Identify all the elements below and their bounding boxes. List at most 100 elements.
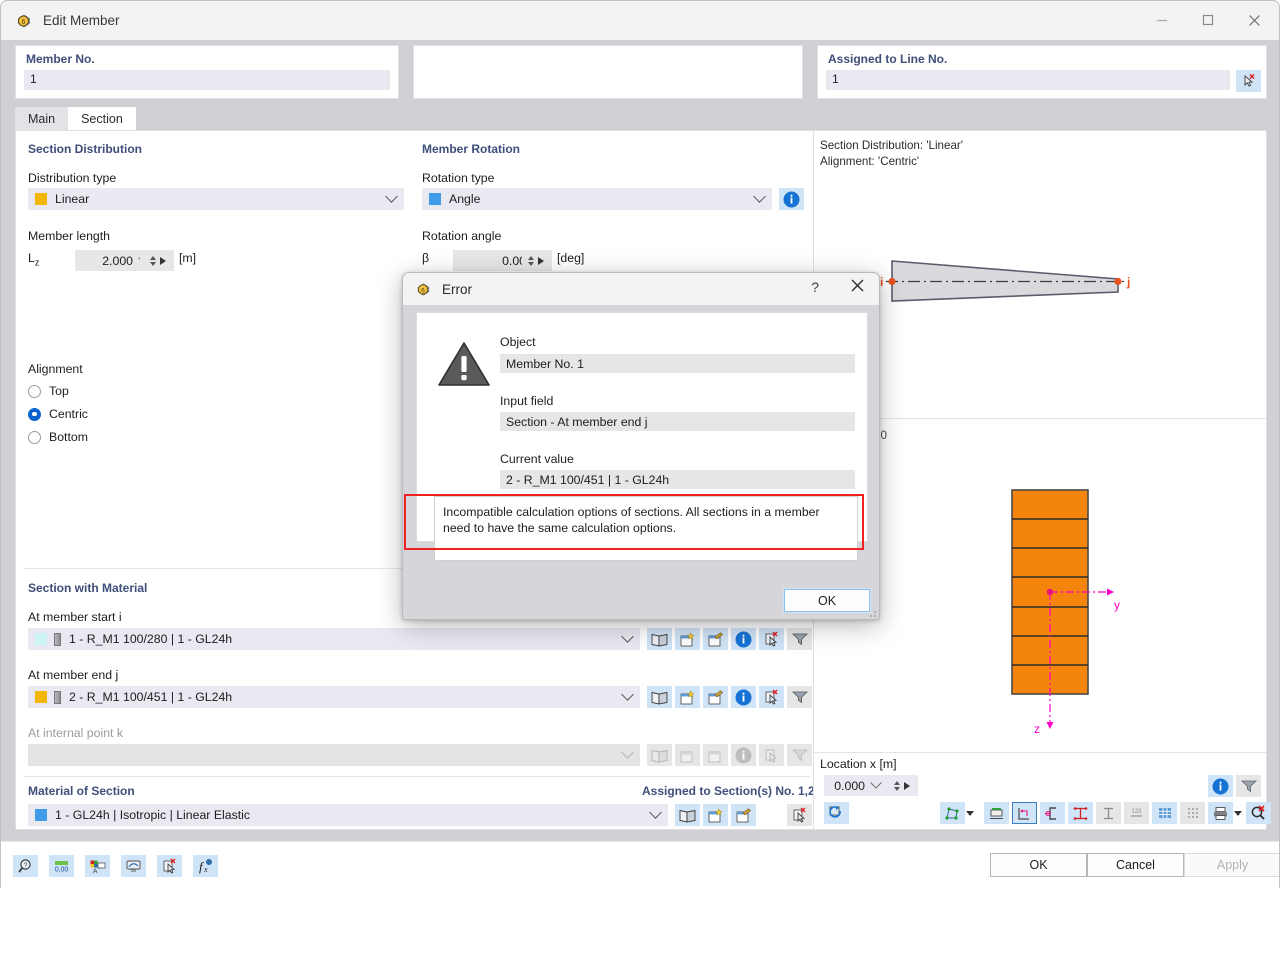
error-close-button[interactable] [850,278,865,296]
section-start-edit-icon[interactable] [703,628,728,650]
tab-bar: Main Section [15,107,136,130]
member-length-value: 2.000 [102,253,133,268]
alignment-option-top[interactable]: Top [28,384,69,398]
material-library-icon[interactable] [675,804,700,826]
svg-text:0,00: 0,00 [55,866,69,873]
refresh-view-icon[interactable] [824,802,849,824]
material-pick-icon[interactable] [787,804,812,826]
chevron-down-icon [621,629,634,643]
material-edit-icon[interactable] [731,804,756,826]
section-start-library-icon[interactable] [647,628,672,650]
material-select[interactable]: 1 - GL24h | Isotropic | Linear Elastic [28,804,668,826]
view-settings-icon[interactable] [121,855,146,877]
distribution-type-select[interactable]: Linear [28,188,404,210]
viewport-filter-icon[interactable] [1236,775,1261,797]
stepper-apply-icon[interactable] [160,256,166,265]
location-stepper[interactable] [884,775,918,796]
error-ok-button[interactable]: OK [784,589,870,612]
chevron-down-icon [385,189,398,203]
profile-icon[interactable] [1096,802,1121,824]
chevron-down-icon [621,687,634,701]
ok-button[interactable]: OK [990,853,1087,877]
section-start-new-icon[interactable] [675,628,700,650]
display-properties-icon[interactable]: A [85,855,110,877]
stepper-apply-icon[interactable] [904,781,910,790]
search-icon[interactable]: ? [13,855,38,877]
error-help-button[interactable]: ? [811,279,819,295]
assigned-line-input[interactable]: 1 [826,70,1230,90]
radio-top[interactable] [28,384,41,398]
stepper-arrows[interactable] [528,255,534,266]
section-start-pick-icon[interactable] [759,628,784,650]
node-i-label: i [880,275,883,289]
rotation-angle-label: Rotation angle [422,229,502,243]
error-object-value: Member No. 1 [500,354,855,373]
section-end-edit-icon[interactable] [703,686,728,708]
formula-icon[interactable]: fx [193,855,218,877]
numbering-icon[interactable]: 123 [1124,802,1149,824]
centroid-icon[interactable] [1040,802,1065,824]
member-no-input[interactable]: 1 [24,70,390,90]
viewport-divider [814,418,1266,419]
dimensions-icon[interactable] [984,802,1009,824]
pick-line-icon[interactable] [1236,70,1261,92]
rotation-type-color-swatch [429,193,441,205]
alignment-option-bottom[interactable]: Bottom [28,430,88,444]
location-label: Location x [m] [820,757,897,771]
section-start-filter-icon[interactable] [787,628,812,650]
chevron-down-icon [649,805,662,819]
at-member-end-select[interactable]: 2 - R_M1 100/451 | 1 - GL24h [28,686,640,708]
member-length-stepper[interactable] [140,250,174,271]
print-dropdown-icon[interactable] [1230,802,1246,824]
svg-text:123: 123 [1131,809,1142,815]
stepper-arrows[interactable] [150,255,156,266]
radio-bottom[interactable] [28,430,41,444]
apply-button: Apply [1184,853,1279,877]
error-input-field-value: Section - At member end j [500,412,855,431]
section-start-info-icon[interactable] [731,628,756,650]
section-end-info-icon[interactable] [731,686,756,708]
rotation-type-select[interactable]: Angle [422,188,772,210]
close-button[interactable] [1231,1,1277,39]
svg-text:?: ? [24,862,28,869]
stepper-arrows[interactable] [894,780,900,791]
minimize-button[interactable] [1139,1,1185,39]
radio-centric[interactable] [28,407,41,421]
rotation-angle-stepper[interactable] [522,250,552,271]
tab-main[interactable]: Main [15,107,69,130]
preview-viewport[interactable]: Section Distribution: 'Linear' Alignment… [813,130,1271,830]
error-current-value-label: Current value [500,452,574,466]
cancel-button[interactable]: Cancel [1087,853,1184,877]
at-internal-point-select [28,744,640,766]
maximize-button[interactable] [1185,1,1231,39]
grid-icon[interactable] [1152,802,1177,824]
viewport-note-alignment: Alignment: 'Centric' [820,155,920,168]
section-end-pick-icon[interactable] [759,686,784,708]
rotation-angle-input[interactable]: 0.00 [453,250,530,271]
units-icon[interactable]: 0,00 [49,855,74,877]
pick-icon[interactable] [157,855,182,877]
rotation-info-icon[interactable] [779,188,804,210]
stepper-apply-icon[interactable] [538,256,544,265]
cross-section-graphic: y z [1011,489,1120,736]
svg-text:A: A [93,868,98,874]
alignment-option-centric[interactable]: Centric [28,407,88,421]
reset-view-icon[interactable] [1246,802,1271,824]
points-grid-icon[interactable] [1180,802,1205,824]
section-end-library-icon[interactable] [647,686,672,708]
section-end-filter-icon[interactable] [787,686,812,708]
internal-point-pick-icon [759,744,784,766]
header-strip: Member No. 1 Assigned to Line No. 1 [1,40,1279,104]
section-shape-icon [54,632,61,646]
viewport-info-icon[interactable] [1208,775,1233,797]
material-of-section-title: Material of Section [28,784,135,798]
section-end-new-icon[interactable] [675,686,700,708]
resize-grip[interactable] [866,607,876,617]
at-member-start-select[interactable]: 1 - R_M1 100/280 | 1 - GL24h [28,628,640,650]
location-input[interactable]: 0.000 [824,775,890,796]
tab-section[interactable]: Section [68,107,136,130]
material-new-icon[interactable] [703,804,728,826]
render-mode-dropdown-icon[interactable] [962,802,978,824]
section-edit-icon[interactable] [1012,802,1037,824]
dimension-lines-icon[interactable] [1068,802,1093,824]
